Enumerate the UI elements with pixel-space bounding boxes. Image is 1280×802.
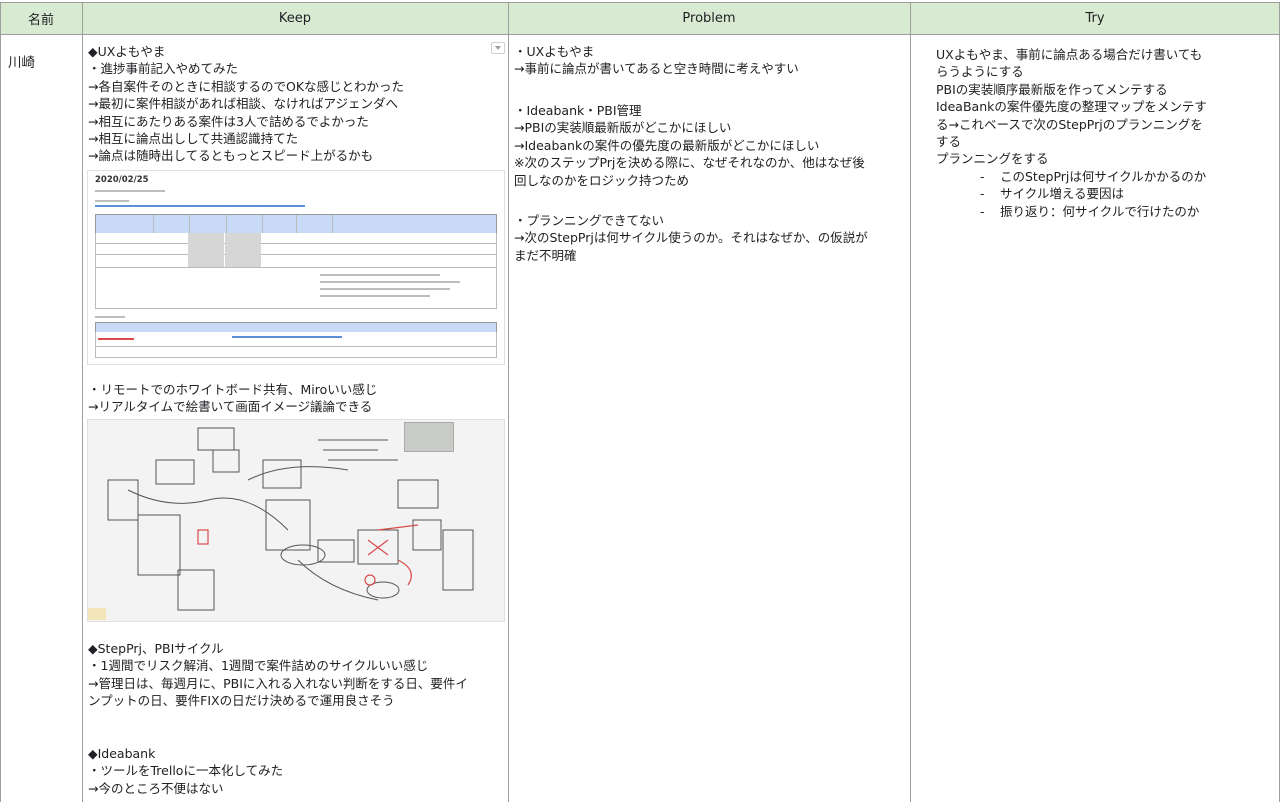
- try-item: る→これベースで次のStepPrjのプランニングを: [936, 116, 1276, 133]
- header-keep-label: Keep: [278, 11, 312, 26]
- doc-text-line: [320, 295, 430, 297]
- text-line: ・リモートでのホワイトボード共有、Miroいい感じ: [88, 382, 378, 397]
- header-problem[interactable]: Problem: [508, 2, 910, 35]
- try-item: する: [936, 133, 1276, 150]
- doc-text-line: [95, 316, 125, 318]
- doc-table-col: [189, 215, 190, 233]
- text-line: まだ不明確: [514, 247, 577, 263]
- doc-table-col: [296, 215, 297, 233]
- try-subitem-text: サイクル増える要因は: [1000, 186, 1125, 202]
- doc-thumb-date: 2020/02/25: [95, 175, 149, 185]
- doc-text-line: [95, 190, 165, 192]
- text-line: →相互にあたりある案件は3人で詰めるでよかった: [88, 113, 369, 129]
- text-line: →各自案件そのときに相談するのでOKな感じとわかった: [88, 78, 405, 94]
- doc-table-row: [95, 332, 497, 347]
- try-item: -PBIの実装順序最新版を作ってメンテする: [936, 81, 1276, 98]
- text-line: ※次のステップPrjを決める際に、なぜそれなのか、他はなぜ後: [514, 155, 865, 171]
- text-line: →リアルタイムで絵書いて画面イメージ議論できる: [88, 399, 373, 415]
- embedded-whiteboard-image[interactable]: [87, 419, 505, 622]
- video-thumbnail: [404, 422, 454, 452]
- try-subitem: - 振り返り：何サイクルで行けたのか: [936, 203, 1276, 220]
- doc-text-line: [320, 281, 460, 283]
- try-item: -プランニングをする: [936, 150, 1276, 167]
- text-line: ◆UXよもやま: [88, 44, 166, 59]
- header-try-label: Try: [1085, 11, 1105, 26]
- doc-link-line: [95, 205, 305, 207]
- try-subitem: - このStepPrjは何サイクルかかるのか: [936, 168, 1276, 185]
- text-line: →論点は随時出してるともっとスピード上がるかも: [88, 148, 374, 164]
- doc-table-row: [95, 244, 497, 255]
- doc-table-row: [95, 233, 497, 244]
- embedded-document-image[interactable]: 2020/02/25: [87, 170, 505, 365]
- try-item: -IdeaBankの案件優先度の整理マップをメンテす: [936, 98, 1276, 115]
- doc-red-text: [98, 338, 134, 340]
- try-item-text: UXよもやま、事前に論点ある場合だけ書いても: [936, 47, 1203, 62]
- name-cell[interactable]: 川崎: [8, 55, 35, 802]
- text-line: ・1週間でリスク解消、1週間で案件詰めのサイクルいい感じ: [88, 658, 429, 674]
- doc-gray-cell: [188, 233, 224, 267]
- try-item-text: る→これベースで次のStepPrjのプランニングを: [936, 116, 1203, 132]
- text-line: ・Ideabank・PBI管理: [514, 103, 642, 118]
- try-item: らうようにする: [936, 63, 1276, 80]
- try-item: -UXよもやま、事前に論点ある場合だけ書いても: [936, 46, 1276, 63]
- list-dash: -: [980, 203, 985, 219]
- text-line: ◆StepPrj、PBIサイクル: [88, 641, 224, 656]
- header-try[interactable]: Try: [910, 2, 1280, 35]
- doc-table-col: [262, 215, 263, 233]
- text-line: ◆Ideabank: [88, 746, 156, 761]
- text-line: →今のところ不便はない: [88, 780, 224, 796]
- chevron-down-icon[interactable]: [491, 42, 505, 54]
- sticky-note: [88, 608, 106, 620]
- text-line: ・ツールをTrelloに一本化してみた: [88, 763, 284, 779]
- text-line: ・UXよもやま: [514, 44, 595, 59]
- name-value: 川崎: [8, 55, 35, 71]
- text-line: →次のStepPrjは何サイクル使うのか。それはなぜか、の仮説が: [514, 230, 868, 246]
- try-item-text: PBIの実装順序最新版を作ってメンテする: [936, 81, 1168, 97]
- text-line: →PBIの実装順最新版がどこかにほしい: [514, 120, 732, 136]
- text-line: ・プランニングできてない: [514, 213, 665, 228]
- doc-gray-cell: [225, 233, 261, 267]
- doc-text-line: [320, 274, 440, 276]
- text-line: ンプットの日、要件FIXの日だけ決めるで運用良さそう: [88, 693, 395, 709]
- try-subitem-text: 振り返り：何サイクルで行けたのか: [1000, 203, 1200, 219]
- doc-link-line: [232, 336, 342, 338]
- grid-line: [508, 2, 509, 802]
- doc-table-col: [153, 215, 154, 233]
- text-line: →最初に案件相談があれば相談、なければアジェンダへ: [88, 96, 398, 112]
- header-name[interactable]: 名前: [0, 2, 82, 35]
- header-name-label: 名前: [27, 13, 54, 28]
- doc-table-row: [95, 347, 497, 358]
- text-line: →相互に論点出しして共通認識持てた: [88, 130, 299, 146]
- grid-line: [910, 2, 911, 802]
- retro-sheet: 名前 Keep Problem Try 川崎 ◆UXよもやま・進捗事前記入やめて…: [0, 0, 1280, 802]
- try-block[interactable]: -UXよもやま、事前に論点ある場合だけ書いてもらうようにする-PBIの実装順序最…: [936, 46, 1276, 802]
- keep-block-d[interactable]: ◆Ideabank ・ツールをTrelloに一本化してみた →今のところ不便はない: [88, 745, 492, 802]
- doc-table-col: [332, 215, 333, 233]
- text-line: 回しなのかをロジック持つため: [514, 172, 690, 188]
- doc-table-col: [226, 215, 227, 233]
- doc-table-header: [95, 214, 497, 234]
- try-item-text: らうようにする: [936, 64, 1024, 80]
- list-dash: -: [980, 168, 985, 184]
- text-line: →Ideabankの案件の優先度の最新版がどこかにほしい: [514, 137, 820, 153]
- try-subitem-text: このStepPrjは何サイクルかかるのか: [1000, 168, 1207, 184]
- text-line: ・進捗事前記入やめてみた: [88, 61, 239, 77]
- text-line: →管理日は、毎週月に、PBIに入れる入れない判断をする日、要件イ: [88, 675, 468, 691]
- try-subitem: - サイクル増える要因は: [936, 185, 1276, 202]
- problem-block-c[interactable]: ・プランニングできてない →次のStepPrjは何サイクル使うのか。それはなぜか、…: [514, 212, 906, 802]
- list-dash: -: [980, 186, 985, 202]
- doc-text-line: [95, 200, 129, 202]
- try-item-text: する: [936, 134, 962, 149]
- doc-table-row: [95, 255, 497, 268]
- try-item-text: IdeaBankの案件優先度の整理マップをメンテす: [936, 99, 1207, 115]
- grid-line: [82, 2, 83, 802]
- header-keep[interactable]: Keep: [82, 2, 508, 35]
- try-item-text: プランニングをする: [936, 151, 1049, 167]
- text-line: →事前に論点が書いてあると空き時間に考えやすい: [514, 61, 799, 77]
- header-problem-label: Problem: [682, 11, 736, 26]
- doc-text-line: [320, 288, 450, 290]
- grid-line: [0, 2, 1, 802]
